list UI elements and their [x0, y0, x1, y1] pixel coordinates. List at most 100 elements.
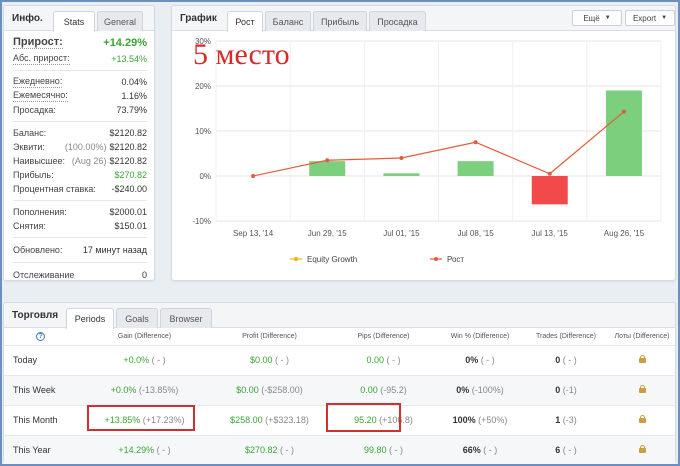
win-value: 0%: [465, 355, 479, 365]
chart-panel-title: График: [180, 13, 217, 24]
header-win: Win % (Difference): [450, 332, 510, 340]
tab-drawdown[interactable]: Просадка: [369, 11, 426, 31]
pips-value: 99.80: [363, 445, 387, 456]
info-panel-header: Инфо. Stats General: [4, 6, 154, 32]
abs-growth-label[interactable]: Абс. прирост:: [13, 53, 70, 65]
pips-value: 0.00: [366, 355, 384, 365]
growth-value: +14.29%: [103, 37, 147, 49]
growth-point: [621, 109, 626, 114]
profit-value: $258.00: [230, 415, 263, 425]
gain-value: +0.0%: [110, 385, 137, 395]
tab-growth[interactable]: Рост: [227, 11, 263, 32]
drawdown-label: Просадка:: [13, 105, 56, 115]
y-tick-label: 0%: [199, 172, 211, 181]
profit-difference: ( - ): [280, 445, 295, 456]
header-profit: Profit (Difference): [242, 332, 297, 340]
withdrawals-row: Снятия: $150.01: [13, 219, 147, 233]
profit-value: $270.82: [244, 445, 278, 456]
period-name: This Week: [4, 374, 80, 405]
abs-growth-row: Абс. прирост: +13.54%: [13, 52, 147, 66]
x-tick-label: Jul 13, '15: [532, 229, 569, 238]
balance-label: Баланс:: [13, 128, 47, 138]
pips-value: 95.20: [354, 415, 377, 425]
withdrawals-value: $150.01: [114, 221, 147, 231]
profit-row: Прибыль: $270.82: [13, 168, 147, 182]
monthly-label[interactable]: Ежемесячно:: [13, 90, 68, 102]
header-pips: Pips (Difference): [357, 332, 410, 340]
table-row: This Week +0.0% (-13.85%) $0.00 (-$258.00)…: [4, 374, 675, 405]
drawdown-row: Просадка: 73.79%: [13, 103, 147, 117]
monthly-row: Ежемесячно: 1.16%: [13, 89, 147, 103]
gain-cell: +0.0% (-13.85%): [80, 374, 209, 405]
pips-value: 0.00: [360, 385, 378, 395]
tab-goals[interactable]: Goals: [116, 308, 158, 328]
gain-difference: ( - ): [156, 445, 171, 456]
gain-value: +13.85%: [104, 415, 141, 425]
trades-difference: (-1): [562, 385, 577, 395]
legend-marker: [294, 257, 298, 261]
chevron-down-icon: ▼: [661, 15, 668, 21]
growth-point: [547, 171, 552, 176]
question-circle-icon[interactable]: ?: [36, 331, 45, 341]
daily-value: 0.04%: [121, 77, 147, 87]
gain-difference: (-13.85%): [138, 385, 179, 395]
lots-cell: [609, 344, 675, 375]
x-tick-label: Aug 26, '15: [604, 229, 645, 238]
lots-cell: [609, 374, 675, 405]
daily-label[interactable]: Ежедневно:: [13, 76, 63, 88]
updated-label: Обновлено:: [13, 245, 63, 255]
x-tick-label: Jul 01, '15: [383, 229, 420, 238]
export-button[interactable]: Export ▼: [625, 10, 675, 26]
tab-browser[interactable]: Browser: [160, 308, 212, 328]
growth-point: [325, 158, 330, 163]
profit-value: $0.00: [236, 385, 259, 395]
lock-icon[interactable]: [638, 445, 646, 454]
tracking-label: Отслеживание: [13, 270, 75, 280]
gain-cell: +14.29% ( - ): [80, 434, 209, 465]
interest-value: -$240.00: [111, 184, 147, 194]
balance-value: $2120.82: [109, 128, 147, 138]
tab-stats[interactable]: Stats: [53, 11, 95, 32]
header-lots: Лоты (Difference): [614, 332, 670, 340]
trades-difference: (-3): [562, 415, 577, 425]
profit-value: $270.82: [114, 170, 147, 180]
lock-icon[interactable]: [638, 415, 646, 423]
deposits-label: Пополнения:: [13, 207, 67, 217]
lock-icon[interactable]: [638, 355, 646, 363]
equity-label: Эквити:: [13, 142, 45, 152]
tracking-value: 0: [141, 270, 147, 280]
profit-cell: $258.00 (+$323.18): [209, 404, 330, 435]
deposits-row: Пополнения: $2000.01: [13, 205, 147, 219]
rank-overlay-text: 5 место: [193, 38, 290, 71]
tab-general[interactable]: General: [97, 11, 143, 31]
pips-difference: (+106.8): [379, 415, 413, 425]
tab-periods[interactable]: Periods: [66, 308, 114, 329]
tab-balance[interactable]: Баланс: [265, 11, 311, 31]
lock-icon[interactable]: [638, 385, 646, 393]
profit-cell: $0.00 ( - ): [209, 344, 330, 375]
profit-cell: $270.82 ( - ): [209, 434, 330, 465]
trades-value: 0: [555, 355, 561, 365]
more-button[interactable]: Ещё ▼: [572, 10, 622, 26]
highest-value: $2120.82: [109, 156, 147, 166]
gain-difference: ( - ): [151, 355, 166, 365]
lots-cell: [609, 404, 675, 435]
trades-cell: 6 ( - ): [523, 434, 609, 465]
more-label: Ещё: [583, 13, 600, 23]
trading-panel-title: Торговля: [12, 310, 59, 321]
equity-row: Эквити: (100.00%) $2120.82: [13, 140, 147, 154]
daily-row: Ежедневно: 0.04%: [13, 75, 147, 89]
win-cell: 100% (+50%): [437, 404, 523, 435]
tab-profit[interactable]: Прибыль: [313, 11, 367, 31]
info-panel-title: Инфо.: [12, 13, 43, 24]
growth-label[interactable]: Прирост:: [13, 37, 63, 49]
legend-label: Рост: [447, 255, 464, 264]
lots-cell: [609, 434, 675, 465]
y-tick-label: 20%: [195, 82, 211, 91]
legend-label: Equity Growth: [307, 255, 357, 264]
table-row: This Year +14.29% ( - ) $270.82 ( - ) 99.80…: [4, 434, 675, 465]
abs-growth-value: +13.54%: [111, 54, 147, 64]
periods-table: ? Gain (Difference) Profit (Difference) …: [4, 328, 675, 465]
win-difference: (+50%): [478, 415, 508, 425]
export-label: Export: [632, 13, 657, 23]
